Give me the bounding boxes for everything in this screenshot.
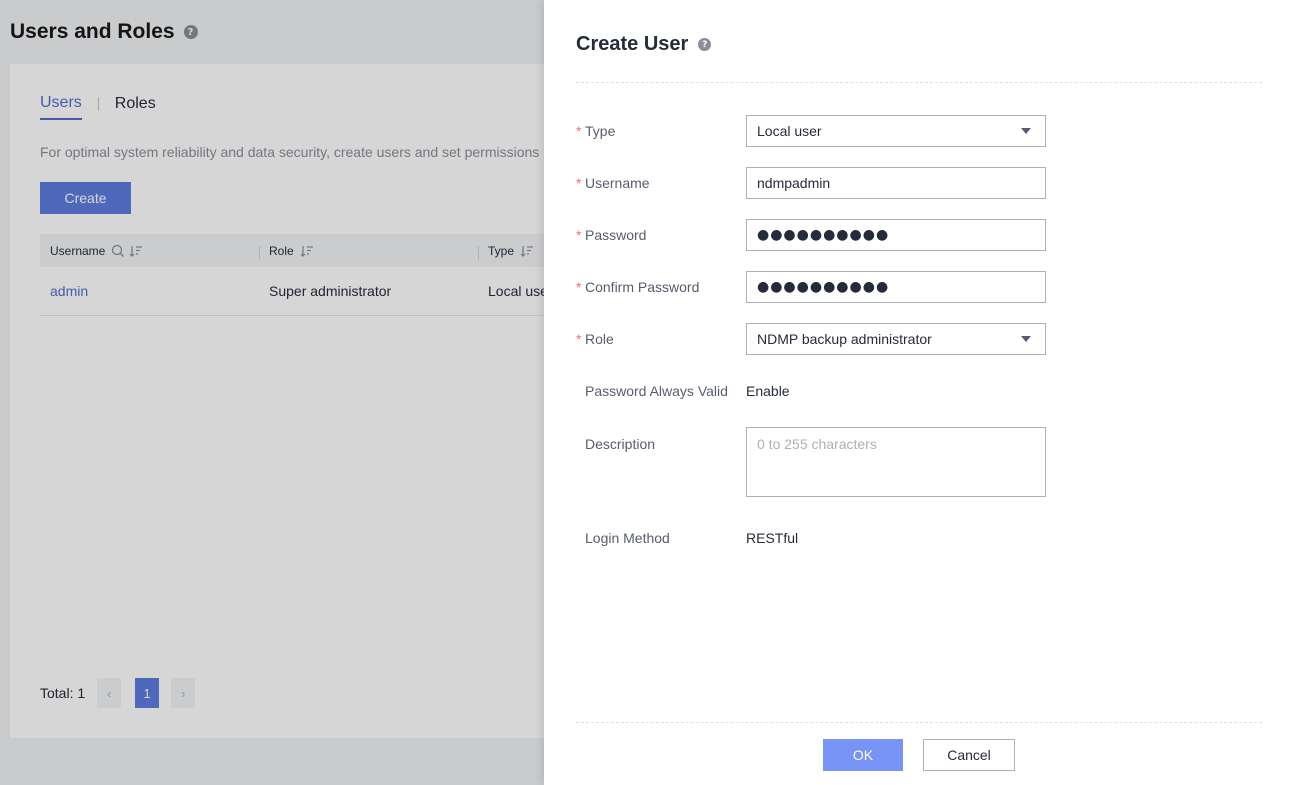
description-row: Description 0 to 255 characters [576,427,1076,497]
type-label-text: Type [585,123,616,139]
required-mark: * [576,227,582,243]
password-row: * Password ●●●●●●●●●● [576,219,1076,251]
help-icon[interactable]: ? [698,38,712,51]
required-mark: * [576,175,582,191]
confirm-password-label: * Confirm Password [576,279,746,295]
header-divider [576,82,1262,83]
role-label: * Role [576,331,746,347]
username-label-text: Username [585,175,650,191]
login-method-value: RESTful [746,530,799,546]
caret-down-icon [1021,336,1031,342]
password-label: * Password [576,227,746,243]
type-row: * Type Local user [576,115,1076,147]
ok-button[interactable]: OK [823,739,903,771]
drawer-title-text: Create User [576,33,689,55]
cancel-button[interactable]: Cancel [923,739,1015,771]
username-row: * Username ndmpadmin [576,167,1076,199]
create-user-drawer: Create User ? * Type Local user * Username… [544,0,1294,785]
description-textarea[interactable]: 0 to 255 characters [746,427,1046,497]
confirm-password-input-value: ●●●●●●●●●● [757,279,890,295]
login-method-row: Login Method RESTful [576,530,1076,546]
description-label-text: Description [585,436,656,452]
password-label-text: Password [585,227,647,243]
username-input-value: ndmpadmin [757,175,831,191]
login-method-label-text: Login Method [585,530,670,546]
username-input[interactable]: ndmpadmin [746,167,1046,199]
description-placeholder: 0 to 255 characters [757,436,877,452]
confirm-password-input[interactable]: ●●●●●●●●●● [746,271,1046,303]
password-always-valid-label: Password Always Valid [576,383,746,399]
required-mark: * [576,123,582,139]
password-always-valid-value: Enable [746,383,790,399]
login-method-label: Login Method [576,530,746,546]
type-select[interactable]: Local user [746,115,1046,147]
password-input-value: ●●●●●●●●●● [757,227,890,243]
confirm-password-label-text: Confirm Password [585,279,700,295]
required-mark: * [576,331,582,347]
password-input[interactable]: ●●●●●●●●●● [746,219,1046,251]
description-label: Description [576,427,746,452]
type-label: * Type [576,123,746,139]
role-label-text: Role [585,331,614,347]
role-select[interactable]: NDMP backup administrator [746,323,1046,355]
footer-divider [576,722,1262,723]
role-select-value: NDMP backup administrator [757,331,932,347]
role-row: * Role NDMP backup administrator [576,323,1076,355]
drawer-title: Create User ? [576,33,712,56]
password-always-valid-label-text: Password Always Valid [585,383,728,399]
username-label: * Username [576,175,746,191]
confirm-password-row: * Confirm Password ●●●●●●●●●● [576,271,1076,303]
caret-down-icon [1021,128,1031,134]
required-mark: * [576,279,582,295]
password-always-valid-row: Password Always Valid Enable [576,383,1076,399]
type-select-value: Local user [757,123,822,139]
